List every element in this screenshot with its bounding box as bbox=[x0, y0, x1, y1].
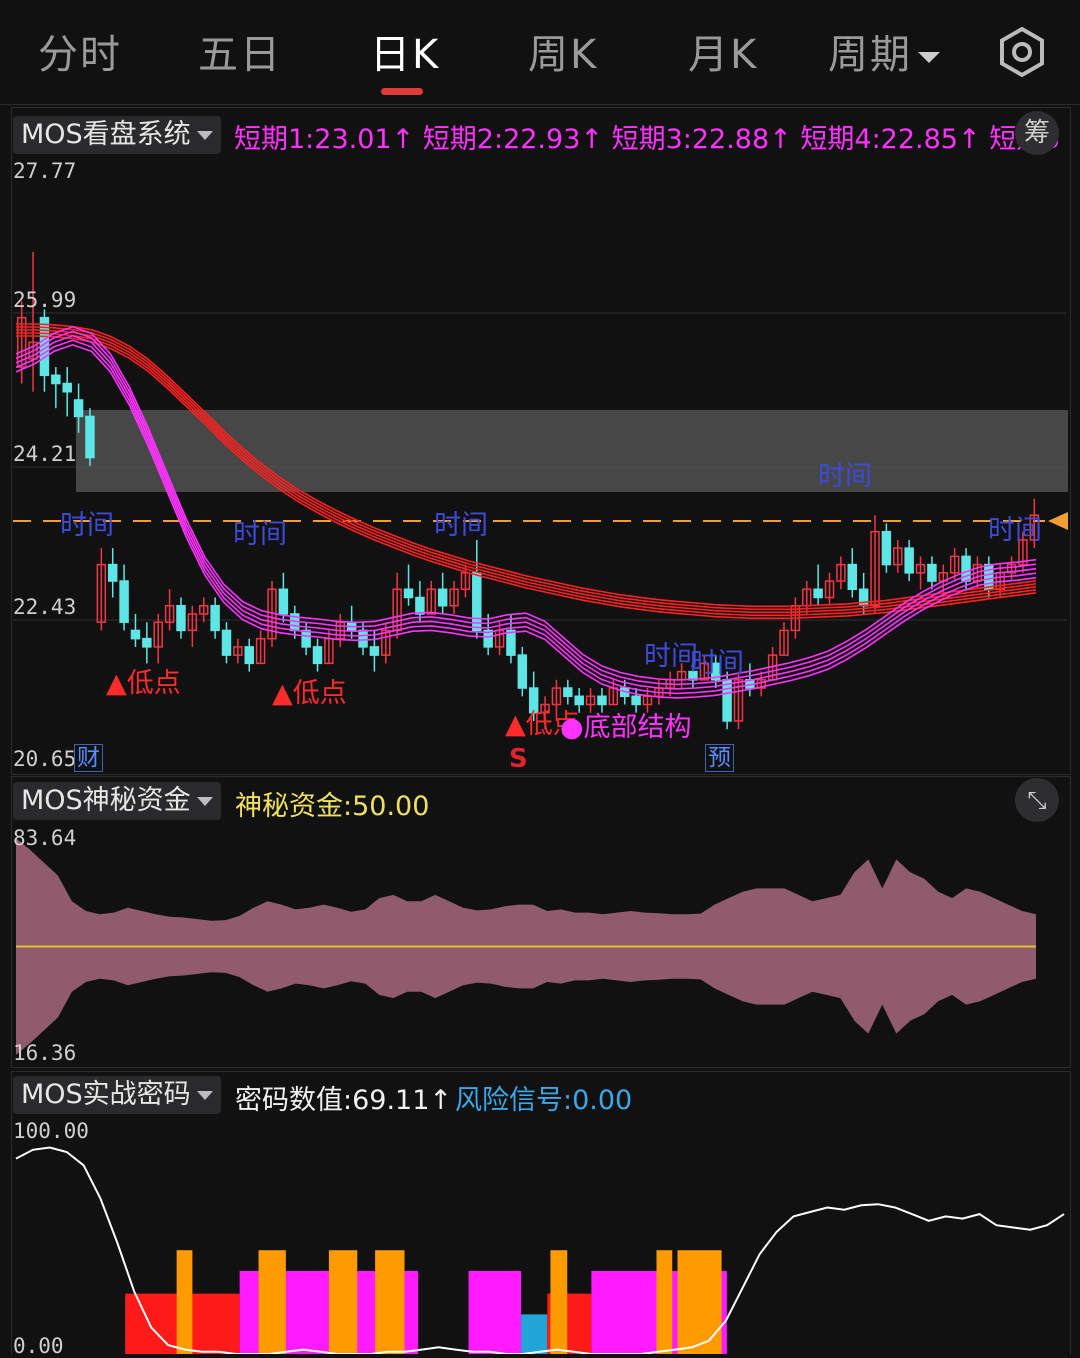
candle-body bbox=[813, 588, 823, 599]
axis-label: 0.00 bbox=[13, 1334, 64, 1358]
candle-body bbox=[176, 604, 186, 632]
axis-label: 24.21 bbox=[13, 442, 77, 466]
candle-body bbox=[358, 629, 368, 648]
candle-body bbox=[221, 629, 232, 656]
low-point-marker: ▲低点 bbox=[272, 678, 347, 709]
chevron-down-icon bbox=[196, 797, 213, 806]
sell-signal-marker: S bbox=[509, 744, 528, 774]
time-marker: 时间 bbox=[818, 461, 872, 492]
candle-body bbox=[73, 399, 84, 418]
pink-dot-icon: ● bbox=[560, 712, 584, 743]
time-marker: 时间 bbox=[988, 515, 1042, 546]
axis-label: 100.00 bbox=[13, 1119, 89, 1143]
finance-event-tag[interactable]: 财 bbox=[74, 744, 103, 772]
candle-body bbox=[904, 547, 914, 574]
candle-body bbox=[142, 637, 152, 648]
candle-body bbox=[631, 695, 641, 706]
candle-body bbox=[984, 563, 994, 591]
forecast-event-tag[interactable]: 预 bbox=[705, 744, 734, 772]
fund-legend: 神秘资金:50.00 bbox=[235, 791, 430, 822]
candle-body bbox=[506, 629, 516, 656]
code-indicator-select[interactable]: MOS实战密码 bbox=[13, 1076, 221, 1114]
candle-body bbox=[312, 646, 323, 665]
bottom-structure-marker: ●底部结构 bbox=[560, 705, 692, 744]
candle-body bbox=[244, 646, 254, 665]
code-indicator-label: MOS实战密码 bbox=[21, 1079, 191, 1110]
candle-body bbox=[415, 596, 425, 615]
candle-body bbox=[51, 374, 61, 385]
chevron-down-icon bbox=[196, 1091, 213, 1100]
candle-body bbox=[927, 563, 937, 582]
candle-body bbox=[563, 687, 573, 698]
candle-body bbox=[85, 415, 95, 459]
candle-body bbox=[881, 530, 892, 566]
candle-body bbox=[301, 629, 311, 648]
candle-body bbox=[517, 654, 528, 689]
candle-body bbox=[107, 563, 118, 582]
code-value-legend: 密码数值:69.11↑ bbox=[235, 1085, 453, 1116]
candle-body bbox=[62, 382, 72, 393]
expand-icon[interactable]: ⤡ bbox=[1015, 778, 1059, 822]
axis-label: 16.36 bbox=[13, 1041, 77, 1065]
candle-body bbox=[722, 679, 732, 722]
candle-body bbox=[119, 580, 129, 623]
fund-indicator-select[interactable]: MOS神秘资金 bbox=[13, 782, 221, 820]
time-marker: 时间 bbox=[60, 510, 114, 541]
candle-body bbox=[437, 588, 448, 607]
candle-body bbox=[472, 572, 482, 632]
bottom-structure-label: 底部结构 bbox=[583, 712, 692, 743]
axis-label: 27.77 bbox=[13, 159, 77, 183]
low-point-marker: ▲低点 bbox=[106, 668, 181, 699]
candle-body bbox=[403, 588, 414, 599]
time-marker: 时间 bbox=[690, 648, 744, 679]
fund-indicator-label: MOS神秘资金 bbox=[21, 785, 191, 816]
axis-label: 20.65 bbox=[13, 747, 77, 771]
candle-body bbox=[210, 604, 220, 632]
axis-label: 83.64 bbox=[13, 826, 77, 850]
resistance-zone bbox=[76, 410, 1068, 492]
candle-body bbox=[369, 646, 380, 656]
time-marker: 时间 bbox=[434, 510, 488, 541]
axis-label: 22.43 bbox=[13, 595, 77, 619]
time-marker: 时间 bbox=[233, 519, 287, 550]
risk-signal-legend: 风险信号:0.00 bbox=[455, 1085, 633, 1116]
candle-body bbox=[597, 695, 607, 706]
candle-body bbox=[130, 629, 141, 640]
candle-body bbox=[278, 588, 289, 615]
short-ma-ribbon-line bbox=[15, 339, 1037, 695]
axis-label: 25.99 bbox=[13, 288, 77, 312]
candle-body bbox=[847, 563, 857, 591]
current-price-arrow-icon bbox=[1048, 512, 1068, 530]
